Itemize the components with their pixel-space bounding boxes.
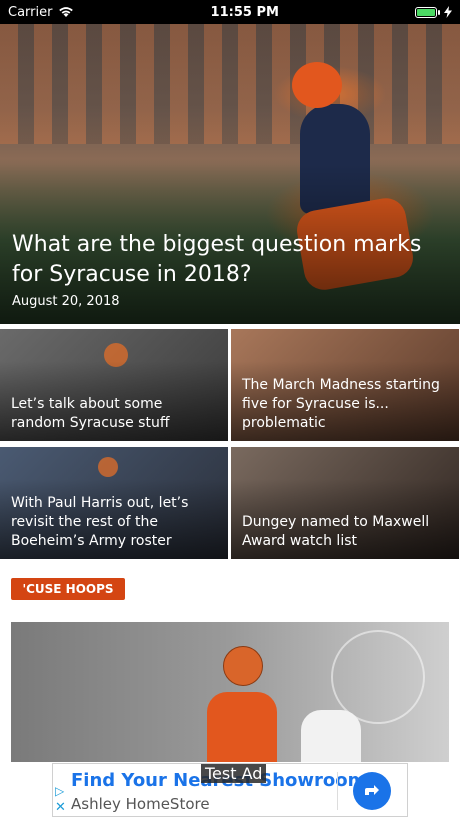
ad-divider (337, 772, 338, 810)
ad-test-label: Test Ad (201, 764, 267, 783)
directions-arrow-icon (365, 785, 379, 795)
section-tag[interactable]: 'CUSE HOOPS (11, 578, 125, 600)
wifi-icon (59, 7, 74, 17)
feature-image-player (207, 692, 277, 762)
hero-image-helmet (292, 62, 342, 108)
tile-title: The March Madness starting five for Syra… (242, 377, 440, 431)
clock: 11:55 PM (210, 4, 279, 20)
tile-title: With Paul Harris out, let’s revisit the … (11, 495, 189, 549)
tile-title: Let’s talk about some random Syracuse st… (11, 396, 170, 431)
charging-bolt-icon (444, 6, 452, 18)
hero-date: August 20, 2018 (12, 294, 120, 309)
status-bar: Carrier 11:55 PM (0, 0, 460, 24)
carrier-label: Carrier (8, 4, 53, 20)
status-right (415, 6, 452, 18)
ad-close-icon[interactable]: ✕ (55, 800, 66, 815)
feature-image-basketball (223, 646, 263, 686)
ad-advertiser: Ashley HomeStore (71, 795, 210, 813)
feature-image-defender (301, 710, 361, 762)
ad-choices-icon[interactable]: ▷ (55, 784, 67, 798)
hero-title: What are the biggest question marks for … (12, 232, 422, 287)
article-tile[interactable]: Dungey named to Maxwell Award watch list (231, 447, 459, 559)
article-tile[interactable]: Let’s talk about some random Syracuse st… (0, 329, 228, 441)
status-left: Carrier (8, 5, 74, 20)
hero-image-crowd (0, 24, 460, 144)
battery-icon (415, 6, 437, 18)
article-tile[interactable]: With Paul Harris out, let’s revisit the … (0, 447, 228, 559)
feature-article-image[interactable] (11, 622, 449, 762)
tile-title: Dungey named to Maxwell Award watch list (242, 514, 430, 549)
article-tile[interactable]: The March Madness starting five for Syra… (231, 329, 459, 441)
ad-directions-button[interactable] (353, 772, 391, 810)
hero-article-card[interactable]: What are the biggest question marks for … (0, 24, 460, 324)
basketball-image (98, 457, 118, 477)
ad-banner[interactable]: ▷ ✕ Find Your Nearest Showroom Ashley Ho… (52, 763, 408, 817)
battery-nub (438, 9, 440, 15)
